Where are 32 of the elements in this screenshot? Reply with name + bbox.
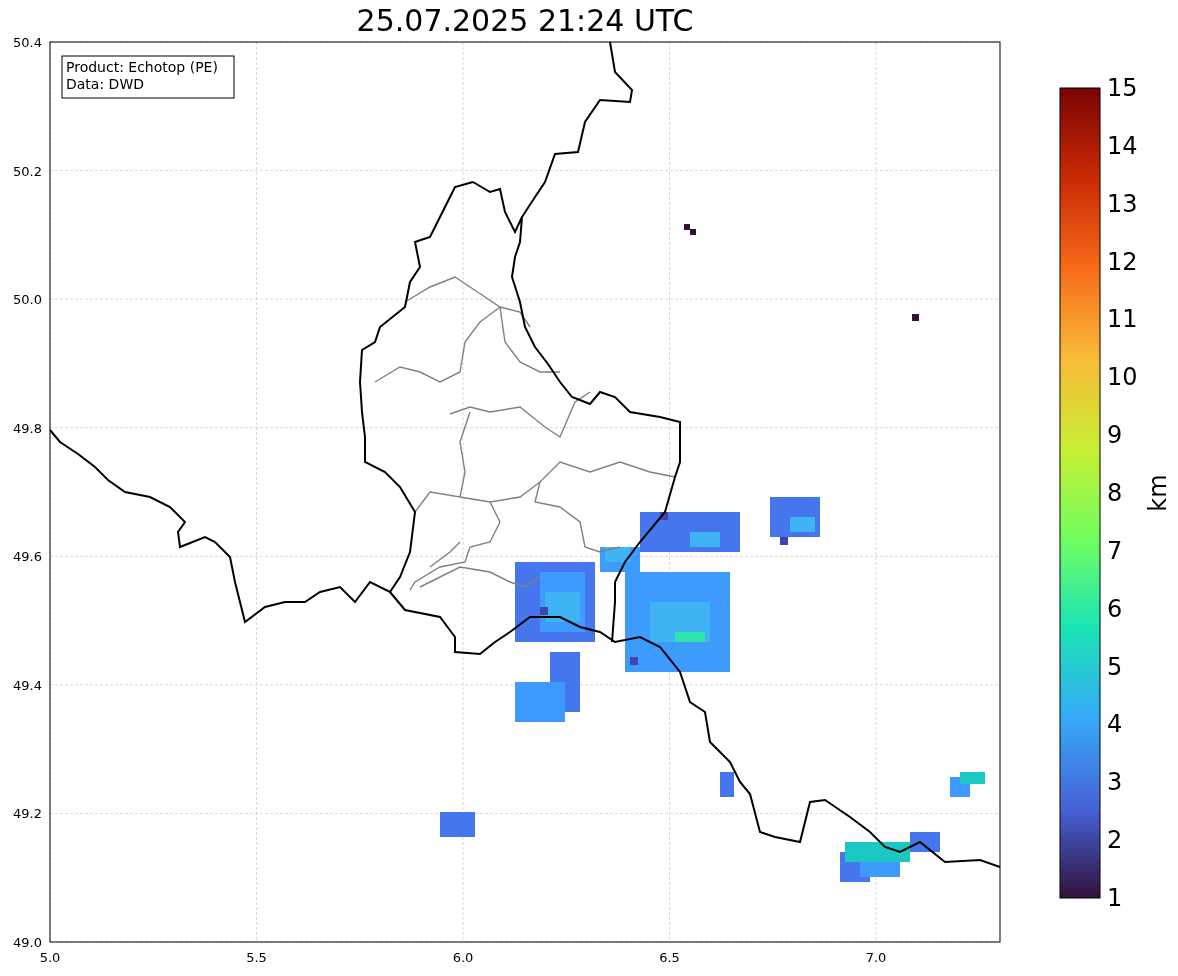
colorbar-tick-label: 14 bbox=[1107, 131, 1138, 160]
colorbar-tick-label: 12 bbox=[1107, 247, 1138, 276]
colorbar-tick-label: 11 bbox=[1107, 305, 1138, 334]
colorbar-tick-label: 9 bbox=[1107, 421, 1123, 450]
colorbar-tick-label: 8 bbox=[1107, 479, 1123, 507]
colorbar-tick-label: 3 bbox=[1107, 768, 1123, 797]
colorbar-tick-label: 1 bbox=[1107, 884, 1123, 912]
chart-title: 25.07.2025 21:24 UTC bbox=[356, 6, 694, 36]
colorbar-label: km bbox=[1144, 474, 1172, 512]
legend-text: Data: DWD bbox=[66, 76, 144, 92]
y-tick-label: 49.4 bbox=[13, 677, 42, 693]
x-tick-label: 6.0 bbox=[452, 950, 474, 965]
y-tick-label: 50.0 bbox=[13, 292, 42, 308]
x-tick-label: 6.5 bbox=[659, 950, 680, 965]
y-tick-label: 49.8 bbox=[13, 420, 42, 436]
colorbar-tick-label: 2 bbox=[1107, 826, 1123, 855]
x-tick-label: 7.0 bbox=[865, 950, 887, 965]
colorbar-tick-label: 4 bbox=[1107, 710, 1123, 739]
y-tick-label: 49.6 bbox=[13, 549, 42, 565]
y-tick-label: 49.2 bbox=[13, 806, 42, 822]
colorbar-tick-label: 10 bbox=[1107, 363, 1138, 392]
y-tick-label: 50.4 bbox=[13, 35, 42, 50]
colorbar-tick-label: 13 bbox=[1107, 189, 1138, 218]
y-tick-label: 50.2 bbox=[13, 163, 42, 179]
y-tick-label: 49.0 bbox=[13, 935, 42, 950]
colorbar-tick-label: 15 bbox=[1107, 74, 1138, 102]
colorbar-tick-label: 6 bbox=[1107, 594, 1123, 623]
x-tick-label: 5.5 bbox=[246, 950, 267, 965]
x-tick-label: 5.0 bbox=[39, 950, 61, 965]
legend-text: Product: Echotop (PE) bbox=[66, 59, 218, 75]
colorbar-tick-label: 7 bbox=[1107, 536, 1123, 565]
colorbar-tick-label: 5 bbox=[1107, 652, 1123, 681]
